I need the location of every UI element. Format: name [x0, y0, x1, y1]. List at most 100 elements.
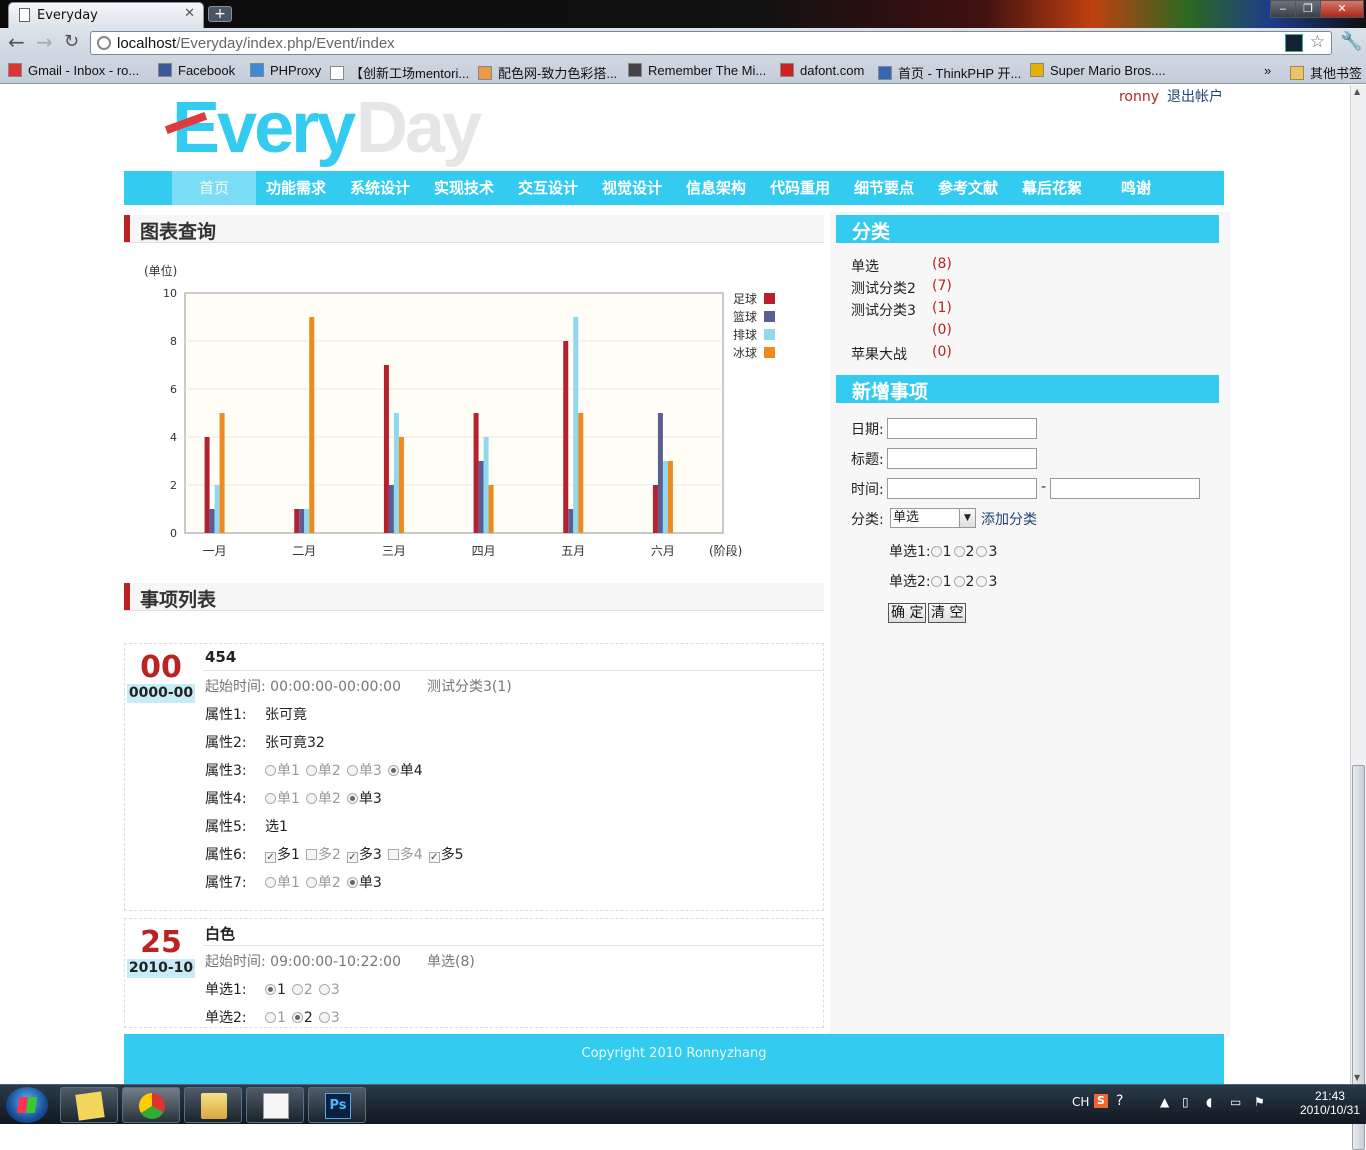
form-radio2-option[interactable]: 1	[930, 574, 952, 590]
taskbar-explorer-notes[interactable]	[60, 1087, 118, 1123]
extension-icon[interactable]	[1285, 34, 1303, 52]
category-name[interactable]: 测试分类3	[851, 303, 916, 319]
radio-button[interactable]	[291, 1012, 303, 1023]
volume-icon[interactable]: ◖	[1206, 1095, 1212, 1109]
category-item[interactable]: 测试分类2 (7)	[851, 278, 952, 298]
attribute-radio-option[interactable]: 单3	[346, 872, 382, 892]
taskbar-explorer[interactable]	[184, 1087, 242, 1123]
radio-button[interactable]	[387, 765, 399, 776]
event-title[interactable]: 白色	[205, 923, 235, 944]
add-category-link[interactable]: 添加分类	[981, 509, 1037, 529]
category-select[interactable]: 单选 ▼	[890, 508, 976, 528]
start-time-input[interactable]	[887, 478, 1037, 499]
attribute-checkbox-option[interactable]: ✓ 多3	[346, 844, 382, 864]
minimize-button[interactable]: ‒	[1270, 0, 1296, 18]
radio-button[interactable]	[265, 793, 276, 804]
attribute-radio-option[interactable]: 2	[291, 1010, 313, 1026]
forward-icon[interactable]: →	[36, 32, 53, 52]
scroll-up-icon[interactable]: ▲	[1354, 87, 1360, 96]
nav-item[interactable]: 功能需求	[254, 171, 338, 205]
radio-button[interactable]	[346, 765, 358, 776]
flag-icon[interactable]: ⚑	[1254, 1095, 1265, 1109]
radio-button[interactable]	[305, 793, 317, 804]
category-name[interactable]: 苹果大战	[851, 347, 907, 363]
tab-close-icon[interactable]: ✕	[184, 6, 195, 21]
attribute-radio-option[interactable]: 2	[291, 982, 313, 998]
clock[interactable]: 21:43 2010/10/31	[1300, 1089, 1360, 1117]
category-item[interactable]: 单选 (8)	[851, 256, 952, 276]
browser-tab[interactable]: Everyday ✕	[8, 2, 204, 28]
bookmark-item[interactable]: Super Mario Bros....	[1030, 63, 1166, 78]
reload-icon[interactable]: ↻	[64, 32, 79, 52]
bookmark-item[interactable]: Facebook	[158, 63, 235, 78]
wrench-icon[interactable]: 🔧	[1340, 32, 1362, 52]
star-icon[interactable]: ☆	[1310, 32, 1325, 52]
radio-button[interactable]	[953, 576, 965, 587]
confirm-button[interactable]: 确 定	[888, 603, 927, 623]
form-radio2-option[interactable]: 3	[976, 574, 997, 590]
checkbox[interactable]	[387, 849, 399, 860]
nav-item[interactable]: 首页	[172, 171, 256, 205]
taskbar-photoshop[interactable]: Ps	[308, 1087, 366, 1123]
bookmark-item[interactable]: 配色网-致力色彩搭...	[478, 63, 617, 82]
attribute-radio-option[interactable]: 单1	[265, 788, 300, 808]
site-logo[interactable]: Day Every	[160, 87, 500, 168]
attribute-checkbox-option[interactable]: ✓ 多5	[428, 844, 464, 864]
category-name[interactable]: 单选	[851, 259, 879, 275]
category-name[interactable]: 测试分类2	[851, 281, 916, 297]
nav-item[interactable]: 幕后花絮	[1010, 171, 1094, 205]
form-radio2-option[interactable]: 2	[953, 574, 974, 590]
taskbar-chrome[interactable]	[122, 1087, 180, 1123]
radio-button[interactable]	[930, 546, 942, 557]
new-tab-button[interactable]: +	[208, 6, 232, 22]
scroll-down-icon[interactable]: ▼	[1354, 1073, 1360, 1082]
attribute-checkbox-option[interactable]: 多2	[305, 844, 341, 864]
radio-button[interactable]	[265, 765, 276, 776]
attribute-radio-option[interactable]: 3	[318, 982, 340, 998]
radio-button[interactable]	[265, 877, 276, 888]
bookmarks-more-icon[interactable]: »	[1264, 63, 1271, 78]
nav-item[interactable]: 交互设计	[506, 171, 590, 205]
show-hidden-icons[interactable]: ▲	[1160, 1095, 1169, 1109]
sogou-icon[interactable]: S	[1094, 1094, 1108, 1108]
attribute-radio-option[interactable]: 单4	[387, 760, 423, 780]
attribute-radio-option[interactable]: 3	[318, 1010, 340, 1026]
attribute-radio-option[interactable]: 单2	[305, 872, 341, 892]
radio-button[interactable]	[305, 877, 317, 888]
checkbox[interactable]: ✓	[265, 852, 276, 863]
restore-button[interactable]: ❐	[1295, 0, 1321, 18]
event-title[interactable]: 454	[205, 648, 236, 666]
radio-button[interactable]	[976, 576, 988, 587]
checkbox[interactable]: ✓	[346, 852, 358, 863]
bookmark-item[interactable]: PHProxy	[250, 63, 321, 78]
title-input[interactable]	[887, 448, 1037, 469]
radio-button[interactable]	[265, 984, 276, 995]
logout-link[interactable]: 退出帐户	[1167, 89, 1223, 105]
vertical-scrollbar[interactable]: ▲ ▼	[1350, 85, 1366, 1150]
ime-indicator[interactable]: CH	[1072, 1095, 1089, 1109]
help-icon[interactable]: ?	[1116, 1093, 1123, 1109]
start-button[interactable]	[6, 1087, 48, 1123]
form-radio1-option[interactable]: 2	[953, 544, 974, 560]
radio-button[interactable]	[953, 546, 965, 557]
bookmark-item[interactable]: 【创新工场mentori...	[330, 63, 469, 82]
checkbox[interactable]	[305, 849, 317, 860]
network-icon[interactable]: ▭	[1230, 1095, 1241, 1109]
attribute-radio-option[interactable]: 1	[265, 1010, 286, 1026]
radio-button[interactable]	[318, 1012, 330, 1023]
radio-button[interactable]	[305, 765, 317, 776]
radio-button[interactable]	[318, 984, 330, 995]
form-radio1-option[interactable]: 1	[930, 544, 952, 560]
radio-button[interactable]	[346, 877, 358, 888]
radio-button[interactable]	[976, 546, 988, 557]
username-link[interactable]: ronny	[1119, 89, 1159, 105]
back-icon[interactable]: ←	[8, 32, 25, 52]
clear-button[interactable]: 清 空	[928, 603, 967, 623]
radio-button[interactable]	[346, 793, 358, 804]
nav-item[interactable]: 视觉设计	[590, 171, 674, 205]
nav-item[interactable]: 细节要点	[842, 171, 926, 205]
bookmark-item[interactable]: 首页 - ThinkPHP 开...	[878, 63, 1021, 82]
taskbar-notepad[interactable]	[246, 1087, 304, 1123]
category-item[interactable]: 苹果大战 (0)	[851, 344, 952, 364]
attribute-checkbox-option[interactable]: ✓ 多1	[265, 844, 300, 864]
